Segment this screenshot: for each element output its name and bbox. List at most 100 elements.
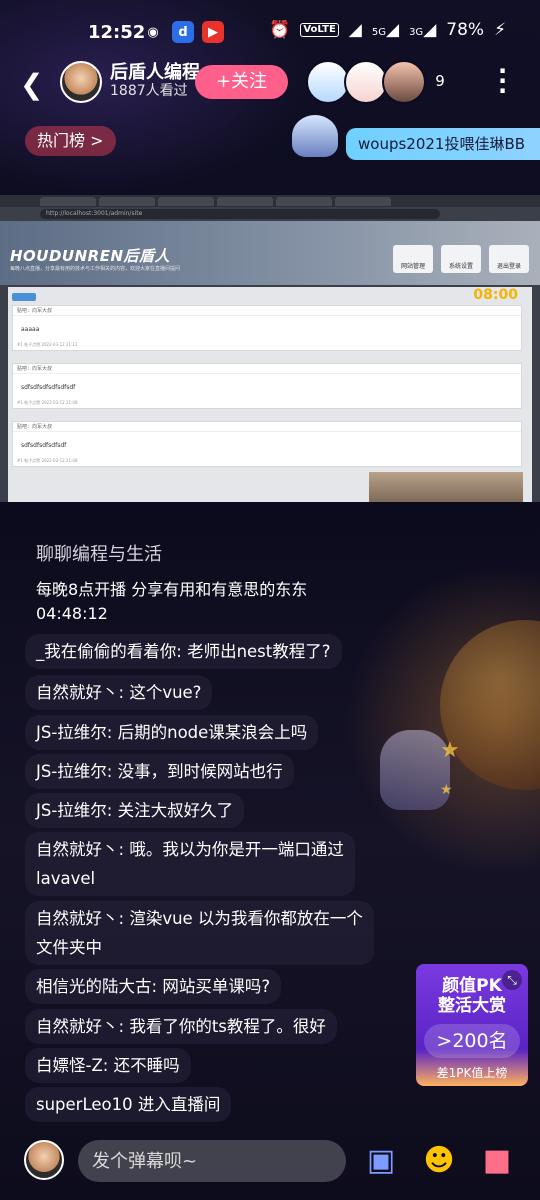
- chat-message[interactable]: superLeo10 进入直播间: [25, 1087, 232, 1122]
- chat-text: lavavel: [36, 869, 96, 888]
- chat-user[interactable]: JS-拉维尔: [36, 801, 107, 820]
- chevron-left-icon[interactable]: ❮: [20, 68, 43, 101]
- card-foot: #1 帖子点赞 2022-03-12 21:12: [17, 342, 78, 347]
- chat-text: 关注大叔好久了: [117, 801, 234, 820]
- chat-user[interactable]: 白嫖怪-Z: [36, 1056, 103, 1075]
- pk-rank: >200名: [424, 1024, 520, 1058]
- chat-text: 哦。我以为你是开一端口通过: [129, 840, 344, 859]
- card-foot: #1 帖子点赞 2022-03-12 21:08: [17, 400, 78, 405]
- chat-user[interactable]: JS-拉维尔: [36, 762, 107, 781]
- chat-message[interactable]: 自然就好丶: 这个vue?: [25, 675, 213, 710]
- chat-text: 网站买单课吗?: [162, 977, 271, 996]
- gift-banner: woups2021投喂佳琳BB: [346, 128, 540, 160]
- chat-message[interactable]: JS-拉维尔: 没事，到时候网站也行: [25, 754, 294, 789]
- robot-icon[interactable]: ▣: [360, 1140, 402, 1182]
- card-bar: 贴吧：向军大叔: [13, 306, 521, 316]
- sunglasses-emoji-icon[interactable]: ☻: [418, 1140, 460, 1182]
- pk-event-banner[interactable]: ⤡ 颜值PK 整活大赏 >200名 差1PK值上榜: [416, 964, 528, 1086]
- site-card: 贴吧：向军大叔 sdfsdfsdfsdfsdf #1 帖子点赞 2022-03-…: [12, 421, 522, 467]
- pk-subtitle: 差1PK值上榜: [436, 1066, 508, 1080]
- wifi-icon: ◢: [348, 20, 362, 40]
- site-clock: 08:00: [473, 287, 518, 303]
- intro-time: 04:48:12: [36, 604, 108, 623]
- chat-message[interactable]: JS-拉维尔: 关注大叔好久了: [25, 793, 245, 828]
- site-add-button: [12, 293, 36, 301]
- site-header: HOUDUNREN后盾人 每晚八点直播，分享最有用的技术与工作相关的内容，欢迎大…: [0, 221, 540, 285]
- viewer-avatars[interactable]: [306, 60, 426, 104]
- chat-text: 老师出nest教程了?: [187, 642, 331, 661]
- charging-icon: ⚡: [494, 20, 506, 40]
- star-icon: ★: [440, 738, 460, 763]
- browser-tab: [99, 197, 155, 206]
- chat-user[interactable]: JS-拉维尔: [36, 723, 107, 742]
- chat-message[interactable]: 自然就好丶: 哦。我以为你是开一端口通过 lavavel: [25, 832, 355, 896]
- host-avatar[interactable]: [60, 61, 102, 103]
- status-bar: 12:52 ◉ d ▶ ⏰ VoLTE ◢ 5G◢ 3G◢ 78% ⚡: [0, 16, 540, 52]
- hot-list-button[interactable]: 热门榜 >: [25, 126, 116, 156]
- pk-title-line: 颜值PK: [442, 976, 502, 996]
- wechat-icon: ◉: [147, 24, 159, 40]
- star-icon: ★: [440, 782, 453, 798]
- chat-intro: 每晚8点开播 分享有用和有意思的东东 04:48:12: [36, 578, 307, 626]
- site-card: 贴吧：向军大叔 sdfsdfsdfsdfsdfsdf #1 帖子点赞 2022-…: [12, 363, 522, 409]
- chat-message[interactable]: 白嫖怪-Z: 还不睡吗: [25, 1048, 191, 1083]
- viewer-count[interactable]: 9: [420, 72, 460, 90]
- chat-text: 进入直播间: [137, 1095, 221, 1114]
- follow-button[interactable]: +关注: [195, 65, 288, 99]
- live-header: ❮ 后盾人编程 1887人看过 +关注 9 · · ·: [0, 58, 540, 110]
- site-card: 贴吧：向军大叔 aaaaa #1 帖子点赞 2022-03-12 21:12: [12, 305, 522, 351]
- signal-5g-icon: 5G◢: [371, 20, 400, 40]
- card-foot: #1 帖子点赞 2022-03-12 21:08: [17, 458, 78, 463]
- chat-user[interactable]: 自然就好丶: [36, 909, 119, 928]
- alarm-icon: ⏰: [269, 20, 291, 40]
- card-body: aaaaa: [21, 326, 40, 333]
- rocket-gift-icon: [292, 115, 338, 157]
- chat-title: 聊聊编程与生活: [36, 544, 162, 565]
- host-view-count: 1887人看过: [110, 83, 188, 99]
- my-avatar[interactable]: [24, 1140, 64, 1180]
- chat-user[interactable]: superLeo10: [36, 1095, 133, 1114]
- chat-user[interactable]: 自然就好丶: [36, 840, 119, 859]
- browser-tab: [40, 197, 96, 206]
- browser-tab: [217, 197, 273, 206]
- gift-icon[interactable]: ■: [476, 1140, 518, 1182]
- intro-text: 每晚8点开播 分享有用和有意思的东东: [36, 580, 308, 599]
- card-body: sdfsdfsdfsdfsdfsdf: [21, 384, 76, 391]
- browser-tab: [335, 197, 391, 206]
- more-vertical-icon[interactable]: · · ·: [498, 59, 507, 103]
- chat-message[interactable]: _我在偷偷的看着你: 老师出nest教程了?: [25, 634, 342, 669]
- card-bar: 贴吧：向军大叔: [13, 422, 521, 432]
- notification-icons: ◉ d ▶: [142, 21, 224, 43]
- chat-message[interactable]: 相信光的陆大古: 网站买单课吗?: [25, 969, 282, 1004]
- chat-user[interactable]: 自然就好丶: [36, 683, 119, 702]
- video-app-icon: ▶: [202, 21, 224, 43]
- pk-title: 颜值PK 整活大赏: [416, 976, 528, 1016]
- chat-user[interactable]: _我在偷偷的看着你: [36, 642, 176, 661]
- site-nav-item: 退出登录: [489, 245, 529, 273]
- browser-tab: [158, 197, 214, 206]
- stream-video[interactable]: http://localhost:3001/admin/site HOUDUNR…: [0, 195, 540, 502]
- browser-tabbar: [0, 195, 540, 207]
- signal-3g-icon: 3G◢: [409, 20, 437, 40]
- chat-message[interactable]: 自然就好丶: 渲染vue 以为我看你都放在一个 文件夹中: [25, 901, 374, 965]
- card-bar: 贴吧：向军大叔: [13, 364, 521, 374]
- chat-text: 没事，到时候网站也行: [117, 762, 283, 781]
- danmu-input[interactable]: [78, 1140, 346, 1182]
- browser-urlbar: http://localhost:3001/admin/site: [0, 207, 540, 221]
- volte-icon: VoLTE: [300, 23, 339, 37]
- card-body: sdfsdfsdfsdfsdf: [21, 442, 67, 449]
- app-notification-icon: d: [172, 21, 194, 43]
- chat-user[interactable]: 相信光的陆大古: [36, 977, 152, 996]
- site-nav-item: 系统设置: [441, 245, 481, 273]
- browser-tabs: [40, 197, 391, 206]
- chat-message[interactable]: 自然就好丶: 我看了你的ts教程了。很好: [25, 1009, 337, 1044]
- site-body: 08:00 贴吧：向军大叔 aaaaa #1 帖子点赞 2022-03-12 2…: [8, 287, 532, 502]
- site-logo: HOUDUNREN后盾人: [10, 247, 171, 265]
- chat-text: 我看了你的ts教程了。很好: [129, 1017, 326, 1036]
- chat-user[interactable]: 自然就好丶: [36, 1017, 119, 1036]
- chat-message[interactable]: JS-拉维尔: 后期的node课某浪会上吗: [25, 715, 319, 750]
- status-right: ⏰ VoLTE ◢ 5G◢ 3G◢ 78% ⚡: [269, 20, 506, 40]
- site-nav: 网站管理 系统设置 退出登录: [393, 245, 529, 273]
- chat-text: 还不睡吗: [113, 1056, 180, 1075]
- webcam-overlay: [369, 472, 523, 502]
